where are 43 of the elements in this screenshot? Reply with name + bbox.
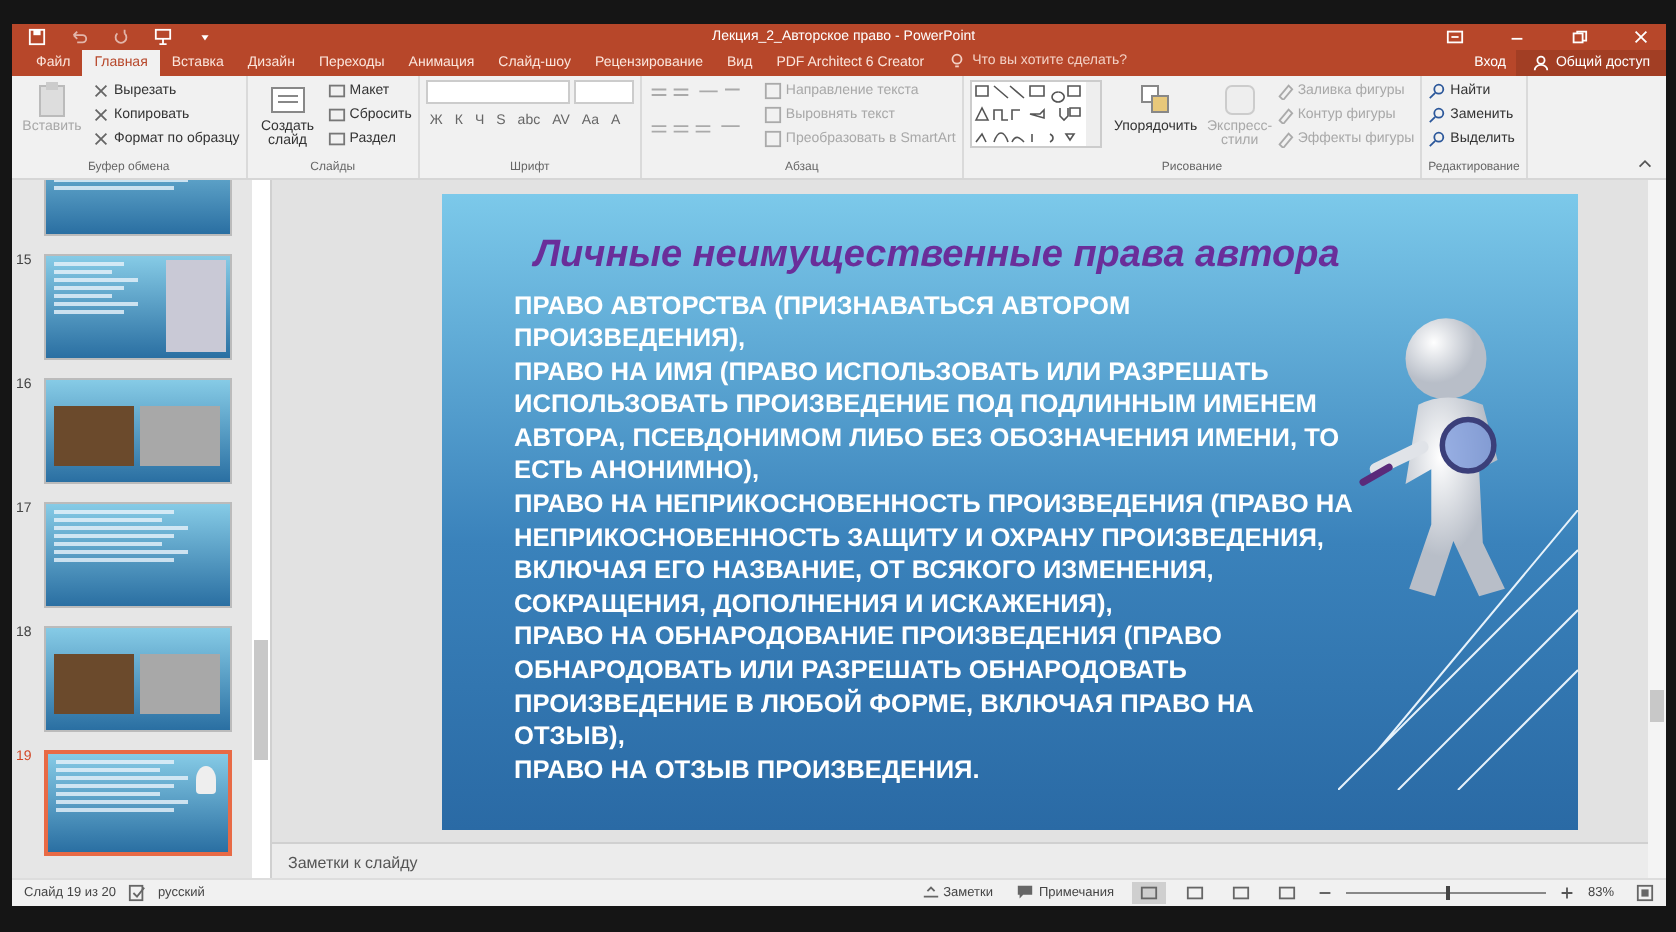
slide-thumbnail[interactable] — [44, 502, 232, 608]
ribbon-display-icon[interactable] — [1446, 28, 1464, 46]
slide-thumbnail[interactable] — [44, 750, 232, 856]
text-box-icon — [763, 129, 782, 147]
magnifier-icon — [1428, 81, 1447, 99]
view-icon — [1232, 884, 1250, 902]
spelling-check-icon[interactable] — [128, 884, 147, 902]
slide-thumbnail[interactable] — [44, 378, 232, 484]
notes-field[interactable]: Заметки к слайду — [272, 842, 1648, 878]
view-icon — [1278, 884, 1296, 902]
fit-slide-icon[interactable] — [1636, 884, 1654, 902]
collapse-ribbon-icon[interactable] — [1636, 154, 1654, 172]
view-icon — [1140, 884, 1158, 902]
restore-icon[interactable] — [1570, 28, 1588, 46]
font-name-field[interactable] — [425, 80, 570, 104]
presentation-icon[interactable] — [154, 28, 172, 46]
slide-thumbnail[interactable] — [44, 254, 232, 360]
shapes-gallery[interactable] — [969, 80, 1102, 148]
close-icon[interactable] — [1632, 28, 1650, 46]
magnifier-icon — [1428, 105, 1447, 123]
lightbulb-icon — [948, 52, 967, 70]
redo-icon[interactable] — [112, 28, 130, 46]
text-box-icon — [763, 105, 782, 123]
slide-paragraph: ПРАВО НА НЕПРИКОСНОВЕННОСТЬ ПРОИЗВЕДЕНИЯ (ПРАВО НА НЕПРИКОСНОВЕННОСТЬ ЗАЩИТУ И ОХРАНУ ПРОИЗВЕДЕНИЯ, ВКЛЮЧАЯ ЕГО НАЗВАНИЕ, ОТ ВСЯКОГО ИЗМЕНЕНИЯ, СОКРАЩЕНИЯ, ДОПОЛНЕНИЯ И ИСКАЖЕНИЯ), — [514, 488, 1354, 621]
font-size-field[interactable] — [573, 80, 634, 104]
text-box-icon — [763, 81, 782, 99]
person-icon — [1531, 53, 1550, 71]
slide-paragraph: ПРАВО НА ОБНАРОДОВАНИЕ ПРОИЗВЕДЕНИЯ (ПРАВО ОБНАРОДОВАТЬ ИЛИ РАЗРЕШАТЬ ОБНАРОДОВАТЬ ПРОИЗВЕДЕНИЕ В ЛЮБОЙ ФОРМЕ, ВКЛЮЧАЯ ПРАВО НА ОТЗЫВ), — [514, 620, 1256, 754]
slide-paragraph: ПРАВО НА ОТЗЫВ ПРОИЗВЕДЕНИЯ. — [514, 753, 982, 787]
view-icon — [1186, 884, 1204, 902]
slide-title: Личные неимущественные права автора — [534, 233, 1340, 277]
rounded-square-icon — [1219, 80, 1260, 120]
slide-thumbnail[interactable] — [44, 626, 232, 732]
zoom-in-icon[interactable] — [1558, 884, 1576, 902]
save-icon[interactable] — [28, 28, 46, 46]
undo-icon[interactable] — [70, 28, 88, 46]
speech-bubble-icon — [1016, 884, 1035, 902]
slide-paragraph: ПРАВО АВТОРСТВА (ПРИЗНАВАТЬСЯ АВТОРОМ ПРОИЗВЕДЕНИЯ), — [514, 289, 1133, 356]
magnifier-icon — [1428, 129, 1447, 147]
slide-paragraph: ПРАВО НА ИМЯ (ПРАВО ИСПОЛЬЗОВАТЬ ИЛИ РАЗРЕШАТЬ ИСПОЛЬЗОВАТЬ ПРОИЗВЕДЕНИЕ ПОД ПОДЛИННЫМ ИМЕНЕМ АВТОРА, ПСЕВДОНИМОМ ЛИБО БЕЗ ОБОЗНАЧЕНИЯ ИМЕНИ, ТО ЕСТЬ АНОНИМНО), — [514, 355, 1342, 489]
view-button[interactable] — [1132, 882, 1166, 904]
thumbnail-scrollbar[interactable] — [252, 180, 270, 878]
caret-icon — [921, 884, 940, 902]
